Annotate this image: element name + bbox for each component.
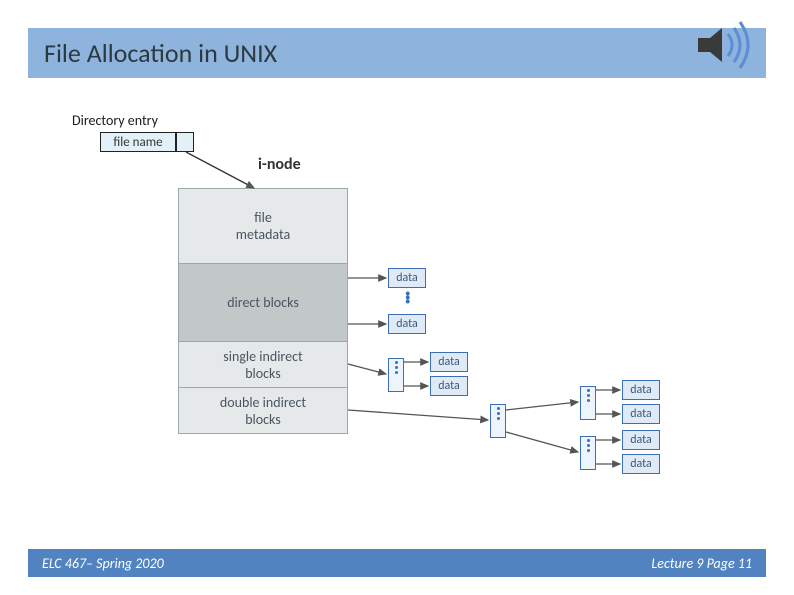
- inode-single-cell: single indirect blocks: [179, 341, 347, 387]
- slide: File Allocation in UNIX Directory entry …: [0, 0, 794, 595]
- data-block: data: [622, 404, 660, 424]
- data-block: data: [388, 314, 426, 334]
- inode-metadata-cell: file metadata: [179, 189, 347, 263]
- data-block: data: [622, 430, 660, 450]
- pointer-table: [388, 358, 404, 392]
- inode-structure: file metadata direct blocks single indir…: [178, 188, 348, 434]
- i-node-label: i-node: [258, 155, 301, 174]
- data-block: data: [388, 268, 426, 288]
- footer-left: ELC 467– Spring 2020: [42, 555, 164, 572]
- directory-entry-label: Directory entry: [72, 112, 158, 129]
- footer-right: Lecture 9 Page 11: [651, 555, 752, 572]
- footer-bar: ELC 467– Spring 2020 Lecture 9 Page 11: [28, 549, 766, 577]
- data-block: data: [430, 376, 468, 396]
- inode-direct-cell: direct blocks: [179, 263, 347, 341]
- file-name-box: file name: [100, 132, 176, 152]
- title-bar: File Allocation in UNIX: [28, 28, 766, 78]
- data-block: data: [622, 454, 660, 474]
- data-block: data: [622, 380, 660, 400]
- slide-title: File Allocation in UNIX: [44, 37, 277, 69]
- inode-pointer-box: [176, 132, 194, 152]
- speaker-icon: [688, 16, 758, 74]
- inode-double-cell: double indirect blocks: [179, 387, 347, 433]
- arrows-layer: [0, 0, 794, 595]
- pointer-table: [490, 404, 506, 438]
- pointer-table: [580, 386, 596, 420]
- ellipsis-icon: •••: [405, 292, 410, 304]
- data-block: data: [430, 352, 468, 372]
- pointer-table: [580, 436, 596, 470]
